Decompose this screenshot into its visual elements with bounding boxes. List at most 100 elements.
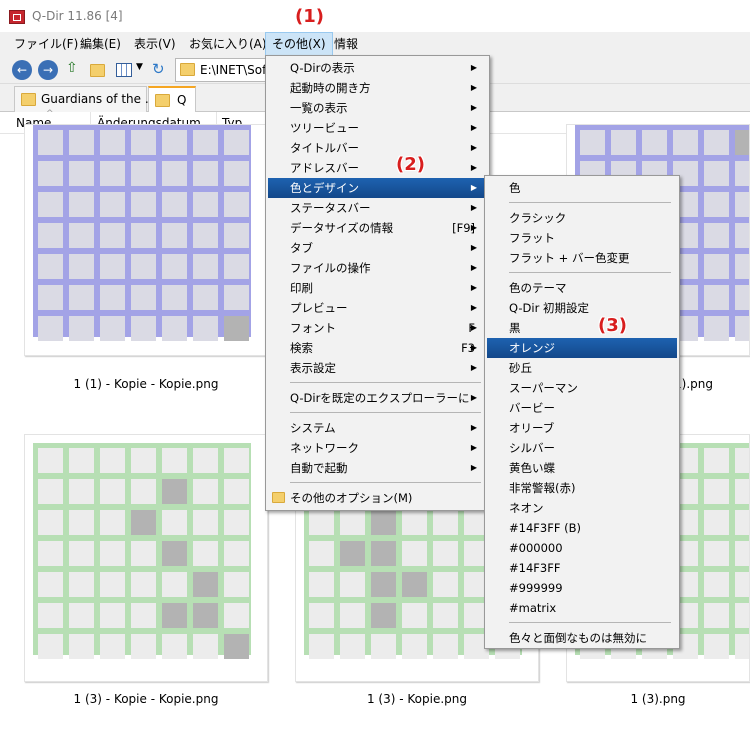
color-option-15[interactable]: ネオン [487,498,677,518]
image-cell [38,316,63,341]
menu-item-0[interactable]: Q-Dirの表示 ▶ [268,58,487,78]
menu-item-19[interactable]: 自動で起動 ▶ [268,458,487,478]
callout-1: (1) [295,6,324,27]
tab-q[interactable]: Q [148,86,196,112]
color-option-0[interactable]: 色 [487,178,677,198]
color-option-17[interactable]: #000000 [487,538,677,558]
menu-item-label: タブ [290,241,313,255]
menu-item-9[interactable]: タブ ▶ [268,238,487,258]
color-option-8[interactable]: 砂丘 [487,358,677,378]
menu-item-8[interactable]: データサイズの情報 [F9] ▶ [268,218,487,238]
menu-view[interactable]: 表示(V) [128,32,182,56]
image-cell [433,541,458,566]
image-cell [131,510,156,535]
menu-info[interactable]: 情報 [328,32,364,56]
color-option-7[interactable]: オレンジ [487,338,677,358]
color-option-14[interactable]: 非常警報(赤) [487,478,677,498]
image-cell [735,510,749,535]
menu-item-18[interactable]: ネットワーク ▶ [268,438,487,458]
menu-edit[interactable]: 編集(E) [74,32,127,56]
up-folder-icon[interactable]: ⇧ [66,60,86,80]
color-option-4[interactable]: 色のテーマ [487,278,677,298]
image-cell [131,223,156,248]
menu-item-13[interactable]: フォント F ▶ [268,318,487,338]
color-option-20[interactable]: #matrix [487,598,677,618]
file-caption[interactable]: 1 (3) - Kopie.png [295,692,539,706]
menu-item-label: 印刷 [290,281,313,295]
menu-item-17[interactable]: システム ▶ [268,418,487,438]
image-cell [162,479,187,504]
menu-separator [509,272,671,273]
image-cell [611,130,636,155]
menu-item-12[interactable]: プレビュー ▶ [268,298,487,318]
color-option-19[interactable]: #999999 [487,578,677,598]
thumbnail-1[interactable] [24,124,268,356]
refresh-icon[interactable]: ↻ [152,60,172,80]
menu-item-5[interactable]: アドレスバー ▶ [268,158,487,178]
image-cell [402,541,427,566]
file-caption[interactable]: 1 (1) - Kopie - Kopie.png [24,377,268,391]
image-cell [162,448,187,473]
color-option-13[interactable]: 黄色い蝶 [487,458,677,478]
address-bar[interactable]: E:\INET\Soft [175,58,275,82]
menu-item-7[interactable]: ステータスバー ▶ [268,198,487,218]
color-option-5[interactable]: Q-Dir 初期設定 [487,298,677,318]
color-option-6[interactable]: 黒 [487,318,677,338]
menu-item-2[interactable]: 一覧の表示 ▶ [268,98,487,118]
menu-item-16[interactable]: Q-Dirを既定のエクスプローラーに ▶ [268,388,487,408]
thumbnail-3[interactable] [24,434,268,682]
callout-3: (3) [598,315,627,336]
image-cell [224,254,249,279]
image-cell [735,479,749,504]
color-option-18[interactable]: #14F3FF [487,558,677,578]
color-option-16[interactable]: #14F3FF (B) [487,518,677,538]
menu-item-15[interactable]: 表示設定 ▶ [268,358,487,378]
image-cell [193,479,218,504]
image-cell [704,510,729,535]
menu-item-4[interactable]: タイトルバー ▶ [268,138,487,158]
chevron-right-icon: ▶ [470,423,477,432]
image-cell [38,448,63,473]
menu-item-20[interactable]: その他のオプション(M) [268,488,487,508]
color-option-3[interactable]: フラット + バー色変更 [487,248,677,268]
menu-item-14[interactable]: 検索 F3 ▶ [268,338,487,358]
app-icon [9,10,25,24]
menu-item-3[interactable]: ツリービュー ▶ [268,118,487,138]
menu-item-11[interactable]: 印刷 ▶ [268,278,487,298]
new-folder-icon[interactable] [90,64,110,84]
image-cell [131,254,156,279]
menu-item-10[interactable]: ファイルの操作 ▶ [268,258,487,278]
menu-file[interactable]: ファイル(F) [8,32,84,56]
image-cell [224,285,249,310]
image-cell [100,223,125,248]
image-cell [704,603,729,628]
image-cell [704,130,729,155]
image-cell [193,192,218,217]
image-cell [69,541,94,566]
menu-item-1[interactable]: 起動時の開き方 ▶ [268,78,487,98]
color-option-10[interactable]: バービー [487,398,677,418]
image-cell [131,192,156,217]
forward-icon[interactable]: → [38,60,58,80]
menu-item-label: 色とデザイン [290,181,359,195]
color-option-12[interactable]: シルバー [487,438,677,458]
image-cell [162,285,187,310]
menu-item-6[interactable]: 色とデザイン ▶ [268,178,487,198]
file-caption[interactable]: 1 (3) - Kopie - Kopie.png [24,692,268,706]
color-option-21[interactable]: 色々と面倒なものは無効に [487,628,677,648]
image-cell [100,285,125,310]
tab-guardians[interactable]: Guardians of the ... [14,86,156,112]
image-cell [38,254,63,279]
menu-favorites[interactable]: お気に入り(A) [183,32,273,56]
chevron-right-icon: ▶ [470,63,477,72]
color-option-1[interactable]: クラシック [487,208,677,228]
image-cell [224,572,249,597]
tab-label: Q [177,93,187,107]
menu-other[interactable]: その他(X) [265,32,333,56]
view-mode-icon[interactable] [116,63,132,77]
back-icon[interactable]: ← [12,60,32,80]
color-option-2[interactable]: フラット [487,228,677,248]
color-option-9[interactable]: スーパーマン [487,378,677,398]
file-caption[interactable]: 1 (3).png [566,692,750,706]
color-option-11[interactable]: オリーブ [487,418,677,438]
